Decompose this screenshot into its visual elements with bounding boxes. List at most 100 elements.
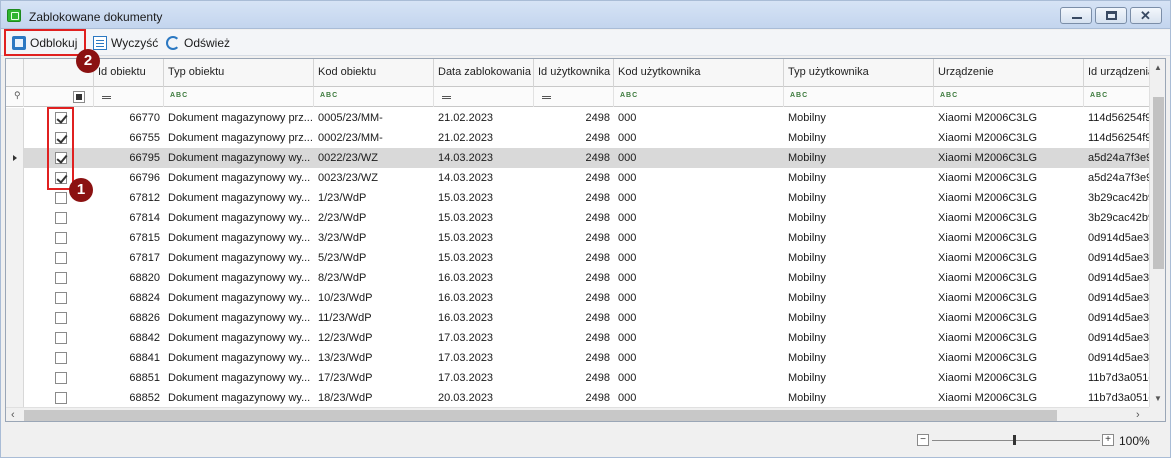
cell-typ-obiektu[interactable]: Dokument magazynowy wy... (164, 348, 314, 368)
cell-id-obiektu[interactable]: 66770 (94, 108, 164, 128)
table-row[interactable]: 66755 Dokument magazynowy prz... 0002/23/M… (6, 128, 1154, 148)
cell-typ-obiektu[interactable]: Dokument magazynowy wy... (164, 208, 314, 228)
table-row[interactable]: 66795 Dokument magazynowy wy... 0022/23/WZ… (6, 148, 1154, 168)
row-indicator[interactable] (6, 348, 24, 368)
cell-data-zablokowania[interactable]: 21.02.2023 (434, 108, 534, 128)
column-header-kod-obiektu[interactable]: Kod obiektu (314, 59, 434, 87)
cell-urzadzenie[interactable]: Xiaomi M2006C3LG (934, 348, 1084, 368)
cell-kod-uzytkownika[interactable]: 000 (614, 348, 784, 368)
cell-kod-obiektu[interactable]: 0002/23/MM- (314, 128, 434, 148)
column-header-urzadzenie[interactable]: Urządzenie (934, 59, 1084, 87)
cell-id-urzadzenia[interactable]: 114d56254f9 (1084, 128, 1154, 148)
filter-id-obiektu[interactable] (94, 87, 164, 107)
cell-id-urzadzenia[interactable]: 11b7d3a051d (1084, 388, 1154, 408)
cell-kod-uzytkownika[interactable]: 000 (614, 268, 784, 288)
cell-kod-uzytkownika[interactable]: 000 (614, 188, 784, 208)
row-checkbox[interactable] (55, 332, 67, 344)
cell-typ-obiektu[interactable]: Dokument magazynowy prz... (164, 108, 314, 128)
scroll-right-icon[interactable]: › (1136, 409, 1140, 421)
cell-typ-uzytkownika[interactable]: Mobilny (784, 248, 934, 268)
cell-data-zablokowania[interactable]: 15.03.2023 (434, 228, 534, 248)
cell-kod-obiektu[interactable]: 18/23/WdP (314, 388, 434, 408)
cell-id-uzytkownika[interactable]: 2498 (534, 168, 614, 188)
horizontal-scroll-thumb[interactable] (24, 410, 1057, 421)
cell-id-obiektu[interactable]: 68842 (94, 328, 164, 348)
cell-data-zablokowania[interactable]: 15.03.2023 (434, 188, 534, 208)
cell-kod-obiektu[interactable]: 12/23/WdP (314, 328, 434, 348)
vertical-scroll-thumb[interactable] (1153, 97, 1164, 269)
cell-data-zablokowania[interactable]: 20.03.2023 (434, 388, 534, 408)
cell-data-zablokowania[interactable]: 15.03.2023 (434, 248, 534, 268)
row-indicator[interactable] (6, 168, 24, 188)
row-checkbox[interactable] (55, 392, 67, 404)
cell-id-uzytkownika[interactable]: 2498 (534, 108, 614, 128)
cell-typ-uzytkownika[interactable]: Mobilny (784, 288, 934, 308)
cell-typ-obiektu[interactable]: Dokument magazynowy wy... (164, 328, 314, 348)
cell-id-uzytkownika[interactable]: 2498 (534, 348, 614, 368)
cell-kod-uzytkownika[interactable]: 000 (614, 168, 784, 188)
cell-typ-uzytkownika[interactable]: Mobilny (784, 108, 934, 128)
cell-id-obiektu[interactable]: 67815 (94, 228, 164, 248)
cell-kod-obiektu[interactable]: 0022/23/WZ (314, 148, 434, 168)
cell-urzadzenie[interactable]: Xiaomi M2006C3LG (934, 388, 1084, 408)
zoom-slider-thumb[interactable] (1013, 435, 1016, 445)
row-checkbox[interactable] (55, 372, 67, 384)
filter-id-uzytkownika[interactable] (534, 87, 614, 107)
column-header-kod-uzytkownika[interactable]: Kod użytkownika (614, 59, 784, 87)
cell-urzadzenie[interactable]: Xiaomi M2006C3LG (934, 248, 1084, 268)
cell-data-zablokowania[interactable]: 16.03.2023 (434, 268, 534, 288)
cell-id-uzytkownika[interactable]: 2498 (534, 388, 614, 408)
cell-typ-obiektu[interactable]: Dokument magazynowy wy... (164, 148, 314, 168)
table-row[interactable]: 66796 Dokument magazynowy wy... 0023/23/WZ… (6, 168, 1154, 188)
cell-id-uzytkownika[interactable]: 2498 (534, 328, 614, 348)
cell-typ-uzytkownika[interactable]: Mobilny (784, 308, 934, 328)
cell-typ-uzytkownika[interactable]: Mobilny (784, 128, 934, 148)
cell-id-obiektu[interactable]: 67817 (94, 248, 164, 268)
cell-typ-uzytkownika[interactable]: Mobilny (784, 348, 934, 368)
column-header-data-zablokowania[interactable]: Data zablokowania (434, 59, 534, 87)
column-header-id-uzytkownika[interactable]: Id użytkownika (534, 59, 614, 87)
row-indicator[interactable] (6, 268, 24, 288)
cell-id-urzadzenia[interactable]: 114d56254f9 (1084, 108, 1154, 128)
cell-typ-obiektu[interactable]: Dokument magazynowy wy... (164, 248, 314, 268)
filter-typ-uzytkownika[interactable]: ABC (784, 87, 934, 107)
horizontal-scrollbar[interactable]: ‹ › (6, 407, 1149, 421)
cell-data-zablokowania[interactable]: 14.03.2023 (434, 148, 534, 168)
row-indicator[interactable] (6, 188, 24, 208)
row-indicator[interactable] (6, 308, 24, 328)
cell-id-obiektu[interactable]: 67812 (94, 188, 164, 208)
cell-id-uzytkownika[interactable]: 2498 (534, 368, 614, 388)
row-checkbox[interactable] (55, 232, 67, 244)
row-checkbox[interactable] (55, 212, 67, 224)
cell-typ-uzytkownika[interactable]: Mobilny (784, 268, 934, 288)
row-checkbox[interactable] (55, 272, 67, 284)
cell-kod-obiektu[interactable]: 11/23/WdP (314, 308, 434, 328)
row-checkbox[interactable] (55, 312, 67, 324)
cell-id-urzadzenia[interactable]: 3b29cac42b9 (1084, 208, 1154, 228)
cell-typ-uzytkownika[interactable]: Mobilny (784, 388, 934, 408)
filter-id-urzadzenia[interactable]: ABC (1084, 87, 1154, 107)
close-button[interactable]: ✕ (1130, 7, 1162, 24)
row-indicator[interactable] (6, 328, 24, 348)
cell-id-urzadzenia[interactable]: a5d24a7f3e9 (1084, 168, 1154, 188)
cell-id-urzadzenia[interactable]: 0d914d5ae3d (1084, 288, 1154, 308)
scroll-down-icon[interactable]: ▼ (1154, 394, 1162, 403)
cell-data-zablokowania[interactable]: 16.03.2023 (434, 288, 534, 308)
row-indicator[interactable] (6, 288, 24, 308)
cell-id-uzytkownika[interactable]: 2498 (534, 148, 614, 168)
cell-id-urzadzenia[interactable]: a5d24a7f3e9 (1084, 148, 1154, 168)
maximize-button[interactable] (1095, 7, 1127, 24)
row-checkbox[interactable] (55, 292, 67, 304)
cell-kod-uzytkownika[interactable]: 000 (614, 288, 784, 308)
table-row[interactable]: 68842 Dokument magazynowy wy... 12/23/WdP 1… (6, 328, 1154, 348)
cell-id-obiektu[interactable]: 68851 (94, 368, 164, 388)
row-indicator[interactable] (6, 388, 24, 408)
row-indicator[interactable] (6, 228, 24, 248)
cell-id-obiektu[interactable]: 68820 (94, 268, 164, 288)
row-indicator[interactable] (6, 148, 24, 168)
cell-id-obiektu[interactable]: 68852 (94, 388, 164, 408)
cell-id-obiektu[interactable]: 68826 (94, 308, 164, 328)
cell-id-obiektu[interactable]: 66755 (94, 128, 164, 148)
row-checkbox[interactable] (55, 352, 67, 364)
cell-typ-obiektu[interactable]: Dokument magazynowy wy... (164, 188, 314, 208)
